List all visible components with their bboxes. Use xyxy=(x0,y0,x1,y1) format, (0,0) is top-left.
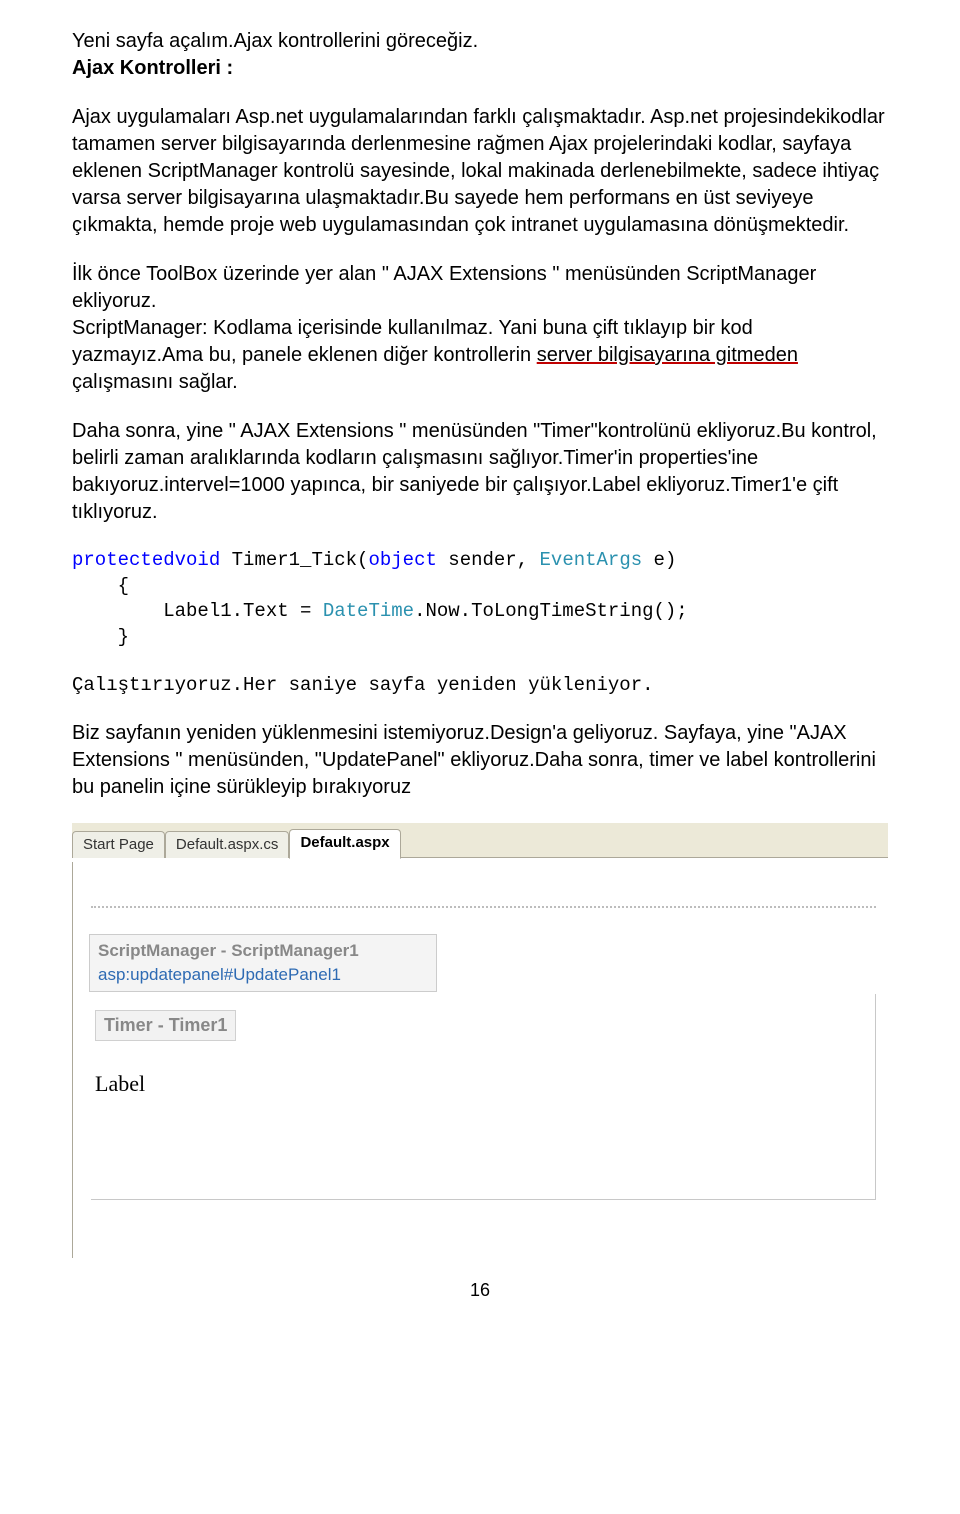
type-eventargs: EventArgs xyxy=(540,549,643,571)
code-text: .Now.ToLongTimeString(); xyxy=(414,600,688,622)
tab-default-aspx[interactable]: Default.aspx xyxy=(289,829,400,859)
code-brace-open: { xyxy=(72,575,129,597)
kw-protectedvoid: protectedvoid xyxy=(72,549,220,571)
vs-tab-strip: Start Page Default.aspx.cs Default.aspx xyxy=(72,823,888,857)
paragraph-ajax-desc: Ajax uygulamaları Asp.net uygulamalarınd… xyxy=(72,104,888,239)
updatepanel-container[interactable]: Timer - Timer1 Label xyxy=(91,994,876,1200)
intro-heading: Ajax Kontrolleri : xyxy=(72,55,888,82)
kw-object: object xyxy=(368,549,436,571)
scriptmanager-control[interactable]: ScriptManager - ScriptManager1 asp:updat… xyxy=(89,934,437,992)
code-text: Label1.Text = xyxy=(72,600,323,622)
tab-start-page[interactable]: Start Page xyxy=(72,831,165,858)
vs-designer-screenshot: Start Page Default.aspx.cs Default.aspx … xyxy=(72,823,888,1258)
paragraph-scriptmanager: İlk önce ToolBox üzerinde yer alan " AJA… xyxy=(72,261,888,396)
vs-design-surface[interactable]: ScriptManager - ScriptManager1 asp:updat… xyxy=(72,862,888,1258)
code-text: Timer1_Tick( xyxy=(220,549,368,571)
type-datetime: DateTime xyxy=(323,600,414,622)
server-without-roundtrip: server bilgisayarına gitmeden xyxy=(537,344,798,366)
updatepanel-tag-label: asp:updatepanel#UpdatePanel1 xyxy=(98,963,428,987)
timer-control[interactable]: Timer - Timer1 xyxy=(95,1010,236,1041)
code-text: sender, xyxy=(437,549,540,571)
paragraph-run-result: Çalıştırıyoruz.Her saniye sayfa yeniden … xyxy=(72,673,888,699)
paragraph-scriptmanager-d: çalışmasını sağlar. xyxy=(72,371,238,393)
paragraph-updatepanel: Biz sayfanın yeniden yüklenmesini istemi… xyxy=(72,720,888,801)
intro-line1: Yeni sayfa açalım.Ajax kontrollerini gör… xyxy=(72,28,888,55)
code-block: protectedvoid Timer1_Tick(object sender,… xyxy=(72,548,888,651)
code-brace-close: } xyxy=(72,626,129,648)
code-text: e) xyxy=(642,549,676,571)
tab-default-aspx-cs[interactable]: Default.aspx.cs xyxy=(165,831,290,858)
paragraph-timer: Daha sonra, yine " AJAX Extensions " men… xyxy=(72,418,888,526)
page-number: 16 xyxy=(0,1280,960,1313)
scriptmanager-title: ScriptManager - ScriptManager1 xyxy=(98,939,428,963)
label-control[interactable]: Label xyxy=(95,1071,875,1097)
paragraph-scriptmanager-a: İlk önce ToolBox üzerinde yer alan " AJA… xyxy=(72,263,816,312)
